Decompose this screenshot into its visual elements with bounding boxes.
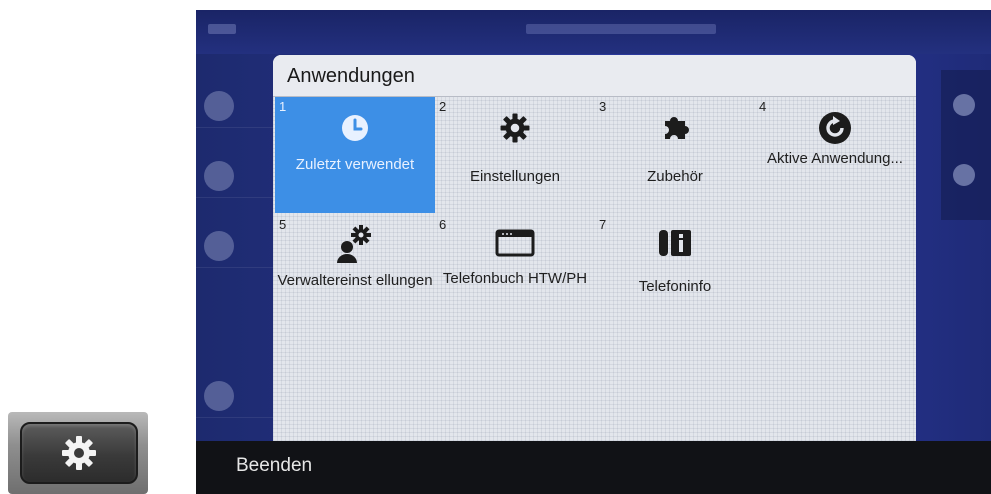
app-tile-admin-settings[interactable]: 5 Verwaltereinst ellungen	[275, 215, 435, 331]
refresh-icon	[819, 112, 851, 144]
app-tile-phone-info[interactable]: 7 Telefoninfo	[595, 215, 755, 331]
tile-label: Zuletzt verwendet	[295, 156, 415, 173]
status-bar	[196, 10, 991, 54]
app-tile-recent[interactable]: 1 Zuletzt verwendet	[275, 97, 435, 213]
background-side-icon	[953, 164, 975, 186]
app-tile-accessories[interactable]: 3 Zubehör	[595, 97, 755, 213]
background-side-panel	[941, 70, 991, 220]
tile-label: Telefonbuch HTW/PH	[442, 270, 588, 287]
dialog-title: Anwendungen	[273, 55, 916, 97]
app-tile-settings[interactable]: 2 Einstellungen	[435, 97, 595, 213]
gear-icon	[500, 113, 530, 143]
window-icon	[495, 229, 535, 257]
clock-icon	[342, 115, 368, 141]
tile-label: Einstellungen	[469, 168, 561, 185]
hardware-settings-key-cap[interactable]	[20, 422, 138, 484]
softkey-bar: Beenden	[196, 441, 991, 494]
tile-label: Zubehör	[647, 168, 703, 185]
app-tile-active-applications[interactable]: 4 Aktive Anwendung...	[755, 97, 915, 213]
background-line-icon	[204, 231, 234, 261]
background-line-row	[196, 84, 276, 128]
photo-root: Anwendungen 1 Zuletzt verwendet 2 Einste…	[0, 0, 991, 494]
exit-softkey[interactable]: Beenden	[236, 455, 312, 477]
background-line-row	[196, 154, 276, 198]
hardware-settings-key[interactable]	[8, 412, 148, 494]
tile-number: 3	[599, 99, 607, 114]
admin-settings-icon	[337, 225, 371, 263]
tile-label: Aktive Anwendung...	[767, 150, 903, 167]
tile-number: 1	[279, 99, 287, 114]
status-bar-clock-blur	[526, 24, 716, 34]
applications-dialog: Anwendungen 1 Zuletzt verwendet 2 Einste…	[273, 55, 916, 441]
tile-label: Verwaltereinst ellungen	[277, 272, 433, 289]
status-bar-text-blur	[208, 24, 236, 34]
background-line-icon	[204, 381, 234, 411]
background-side-icon	[953, 94, 975, 116]
tile-label: Telefoninfo	[638, 278, 712, 295]
background-line-row	[196, 224, 276, 268]
background-line-row	[196, 374, 276, 418]
puzzle-icon	[665, 117, 689, 139]
app-tile-phonebook[interactable]: 6 Telefonbuch HTW/PH	[435, 215, 595, 331]
background-line-icon	[204, 91, 234, 121]
gear-icon	[62, 436, 96, 470]
phone-screen: Anwendungen 1 Zuletzt verwendet 2 Einste…	[196, 10, 991, 494]
background-line-icon	[204, 161, 234, 191]
phone-info-icon	[659, 230, 691, 256]
